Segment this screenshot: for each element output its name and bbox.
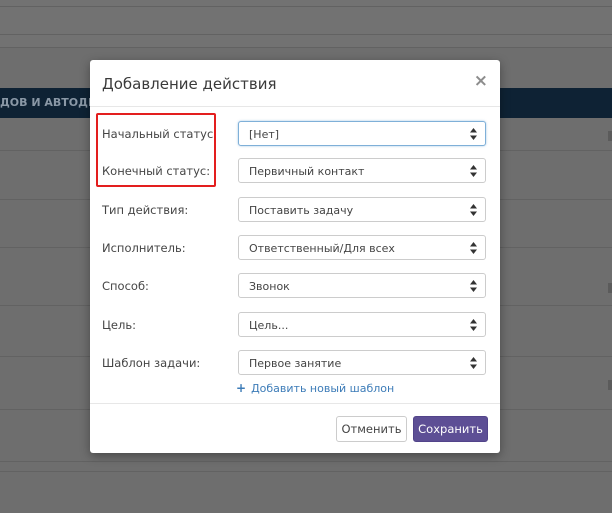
sort-arrows-icon [470,165,477,177]
start-status-select[interactable]: [Нет] [238,121,486,146]
method-select[interactable]: Звонок [238,273,486,298]
action-type-value: Поставить задачу [249,204,354,217]
end-status-value: Первичный контакт [249,165,365,178]
method-value: Звонок [249,280,290,293]
modal-footer: Отменить Сохранить [90,403,500,454]
action-type-label: Тип действия: [102,203,189,217]
goal-select[interactable]: Цель... [238,312,486,337]
background-divider [0,47,612,48]
close-icon[interactable]: × [474,73,488,90]
action-type-select[interactable]: Поставить задачу [238,197,486,222]
task-template-select[interactable]: Первое занятие [238,350,486,375]
executor-label: Исполнитель: [102,241,186,255]
sort-arrows-icon [470,280,477,292]
form-row-task-template: Шаблон задачи: Первое занятие [90,350,500,377]
executor-value: Ответственный/Для всех [249,242,395,255]
plus-icon: + [236,381,247,395]
annotation-highlight-box [96,113,216,187]
background-divider [0,471,612,472]
background-edge-mark [608,283,612,293]
form-row-method: Способ: Звонок [90,273,500,300]
background-divider [0,34,612,35]
goal-label: Цель: [102,318,137,332]
form-row-executor: Исполнитель: Ответственный/Для всех [90,235,500,262]
form-row-goal: Цель: Цель... [90,312,500,339]
background-edge-mark [608,131,612,141]
goal-value: Цель... [249,319,289,332]
start-status-value: [Нет] [249,128,280,141]
background-divider [0,6,612,7]
task-template-label: Шаблон задачи: [102,356,201,370]
end-status-select[interactable]: Первичный контакт [238,158,486,183]
add-template-link[interactable]: + Добавить новый шаблон [236,381,394,395]
background-top-band [0,0,612,48]
sort-arrows-icon [470,204,477,216]
sort-arrows-icon [470,128,477,140]
method-label: Способ: [102,279,149,293]
sort-arrows-icon [470,319,477,331]
sort-arrows-icon [470,357,477,369]
background-edge-mark [608,380,612,390]
modal-header: Добавление действия × [90,60,500,107]
modal-title: Добавление действия [102,75,277,93]
background-divider [0,461,612,462]
cancel-button[interactable]: Отменить [336,416,407,442]
sort-arrows-icon [470,242,477,254]
save-button[interactable]: Сохранить [413,416,488,442]
add-template-label: Добавить новый шаблон [251,382,395,395]
executor-select[interactable]: Ответственный/Для всех [238,235,486,260]
form-row-action-type: Тип действия: Поставить задачу [90,197,500,224]
task-template-value: Первое занятие [249,357,342,370]
